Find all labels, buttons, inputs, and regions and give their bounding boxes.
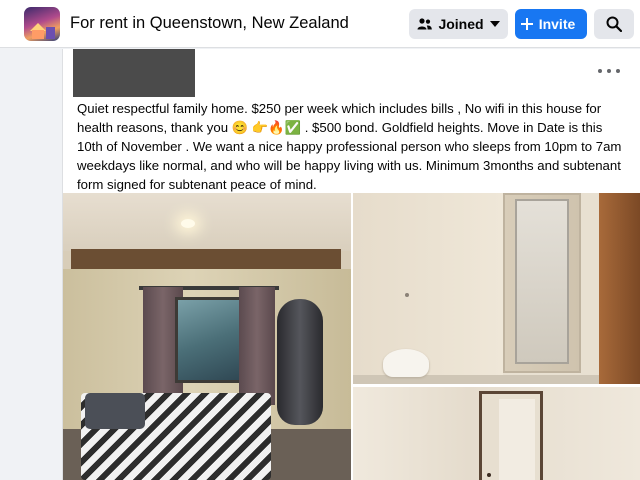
wooden-beam <box>71 249 341 269</box>
post-photo-grid <box>63 193 640 480</box>
group-title[interactable]: For rent in Queenstown, New Zealand <box>70 14 349 33</box>
curtain-right <box>239 287 275 405</box>
post-body-text: Quiet respectful family home. $250 per w… <box>77 101 622 192</box>
plus-icon <box>520 18 533 30</box>
pillow <box>85 393 145 429</box>
hallway-inner-room <box>499 399 535 480</box>
redacted-author-block <box>73 49 195 97</box>
house-shape <box>32 30 44 39</box>
search-icon <box>606 16 622 32</box>
door-knob <box>487 473 491 477</box>
ceiling <box>63 193 351 251</box>
more-options-icon[interactable] <box>598 66 620 76</box>
bathroom-photo[interactable] <box>353 193 640 384</box>
chevron-down-icon <box>489 21 500 27</box>
group-header-bar: For rent in Queenstown, New Zealand Join… <box>0 0 640 48</box>
bedroom-photo[interactable] <box>63 193 351 480</box>
joined-button[interactable]: Joined <box>409 9 508 39</box>
ceiling-light <box>181 219 195 228</box>
dot <box>598 69 602 73</box>
surfboard-bag <box>277 299 323 425</box>
toilet <box>383 349 429 377</box>
dot <box>607 69 611 73</box>
dot <box>616 69 620 73</box>
people-icon <box>417 18 433 30</box>
door-knob <box>405 293 409 297</box>
hallway-photo[interactable] <box>353 387 640 480</box>
page-left-margin <box>0 49 8 480</box>
bedroom-window <box>175 297 249 383</box>
group-cover-thumbnail[interactable] <box>24 7 60 41</box>
bathroom-wall <box>353 193 503 384</box>
door-frame <box>599 193 640 384</box>
shower-glass <box>515 199 569 364</box>
house-shape-secondary <box>46 27 55 39</box>
invite-button[interactable]: Invite <box>515 9 587 39</box>
invite-button-label: Invite <box>538 16 576 32</box>
post-card: Quiet respectful family home. $250 per w… <box>62 49 640 480</box>
joined-button-label: Joined <box>438 16 484 32</box>
search-button[interactable] <box>594 9 634 39</box>
